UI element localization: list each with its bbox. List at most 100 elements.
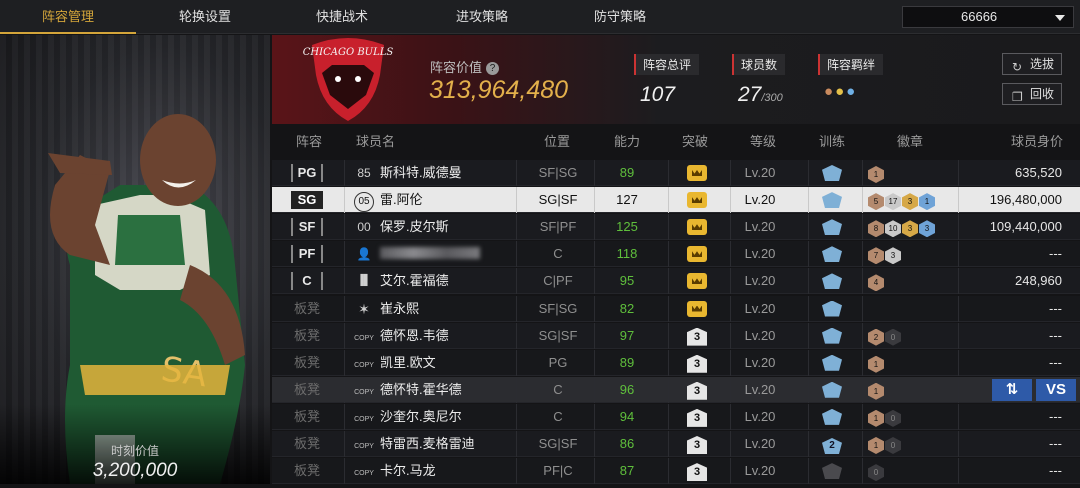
table-row[interactable]: 板凳 ✶ 崔永熙 SF|SG 82 Lv.20 --- [272, 295, 1080, 322]
badges: 8 10 3 3 [868, 214, 958, 240]
slot-label: 板凳 [293, 300, 320, 316]
column-divider [668, 431, 669, 457]
player-level: Lv.20 [744, 219, 776, 235]
slot-label: 板凳 [293, 408, 320, 424]
tab-lineup[interactable]: 阵容管理 [0, 0, 136, 34]
table-row[interactable]: SG 05 雷.阿伦 SG|SF 127 Lv.20 5 17 3 1 196,480,000 [272, 187, 1080, 214]
lineup-summary-header: CHICAGO BULLS 阵容价值? 313,964,480 阵容总评 107… [272, 35, 1080, 124]
player-position: SG|SF [538, 327, 578, 343]
crown-icon [687, 192, 707, 209]
breakthrough-badge: 3 [687, 408, 707, 427]
player-name[interactable]: 德怀特.霍华德 [380, 377, 520, 403]
copy-label: COPY [354, 388, 374, 396]
column-divider [668, 295, 669, 322]
player-rating: 89 [619, 354, 635, 370]
column-divider [594, 431, 595, 457]
player-name[interactable]: 德怀恩.韦德 [380, 323, 520, 349]
breakthrough [672, 268, 722, 294]
table-row[interactable]: 板凳 COPY 凯里.欧文 PG 89 3 Lv.20 1 --- [272, 349, 1080, 376]
player-rating: 118 [616, 246, 638, 262]
player-position: C [553, 381, 563, 397]
player-name[interactable]: 艾尔.霍福德 [380, 268, 520, 294]
badge-hex-icon: 4 [868, 274, 884, 292]
swap-button[interactable]: ⇅ [992, 378, 1032, 401]
player-name[interactable] [380, 241, 520, 267]
player-name[interactable]: 保罗.皮尔斯 [380, 214, 520, 240]
player-position: C [553, 246, 563, 262]
refresh-icon: ↻ [1012, 60, 1023, 74]
redacted-name [380, 247, 480, 260]
column-divider [668, 160, 669, 186]
column-divider [594, 295, 595, 322]
column-divider [862, 322, 863, 349]
column-divider [594, 268, 595, 295]
player-level: Lv.20 [744, 192, 776, 208]
tab-defense[interactable]: 防守策略 [552, 0, 688, 34]
col-value: 球员身价 [1011, 134, 1064, 149]
training [812, 377, 852, 403]
player-rating: 86 [619, 436, 635, 451]
column-divider [668, 322, 669, 349]
player-name[interactable]: 雷.阿伦 [380, 187, 520, 213]
player-name[interactable]: 凯里.欧文 [380, 350, 520, 376]
badge-hex-icon: 1 [868, 355, 884, 373]
draft-button[interactable]: ↻ 选拔 [1002, 53, 1062, 75]
breakthrough [672, 187, 722, 213]
breakthrough: 3 [672, 323, 722, 349]
copy-card-icon: COPY [352, 404, 376, 430]
crown-icon [687, 219, 707, 236]
player-name[interactable]: 特雷西.麦格雷迪 [380, 431, 520, 457]
training-icon [822, 219, 842, 236]
crown-icon [687, 300, 707, 317]
table-row[interactable]: 板凳 COPY 德怀特.霍华德 C 96 3 Lv.20 1 ⇅ VS [272, 376, 1080, 403]
table-row[interactable]: 板凳 COPY 特雷西.麦格雷迪 SG|SF 86 3 Lv.20 2 1 0 --- [272, 431, 1080, 457]
tab-rotation[interactable]: 轮换设置 [137, 0, 273, 34]
bond-icons[interactable]: ●●● [818, 83, 883, 100]
player-name[interactable]: 卡尔.马龙 [380, 458, 520, 484]
player-rating: 96 [619, 381, 635, 397]
bond-label: 阵容羁绊 [818, 54, 884, 75]
badges: 1 [868, 350, 958, 376]
column-divider [862, 376, 863, 403]
column-divider [344, 268, 345, 295]
column-divider [808, 187, 809, 214]
player-level: Lv.20 [744, 408, 776, 424]
column-divider [808, 458, 809, 485]
training-icon [822, 408, 842, 425]
badge-hex-icon: 0 [885, 437, 901, 454]
player-value: --- [1049, 327, 1062, 343]
slot-label: 板凳 [293, 381, 320, 397]
table-row[interactable]: C ▐▌ 艾尔.霍福德 C|PF 95 Lv.20 4 248,960 [272, 268, 1080, 295]
recycle-button[interactable]: ❐ 回收 [1002, 83, 1062, 105]
column-divider [344, 160, 345, 186]
lineup-selector-dropdown[interactable]: 66666 [902, 6, 1074, 28]
vs-button[interactable]: VS [1036, 378, 1076, 401]
table-row[interactable]: PG 85 斯科特.威德曼 SF|SG 89 Lv.20 1 635,520 [272, 160, 1080, 186]
player-name[interactable]: 沙奎尔.奥尼尔 [380, 404, 520, 430]
col-badges: 徽章 [897, 134, 924, 149]
column-divider [862, 214, 863, 241]
tab-quick-tactics[interactable]: 快捷战术 [274, 0, 410, 34]
help-icon[interactable]: ? [486, 62, 500, 75]
training-icon: 2 [822, 438, 842, 454]
star-icon: ✶ [358, 300, 370, 317]
badge-hex-icon: 1 [868, 382, 884, 400]
column-divider [594, 187, 595, 214]
player-rating: 95 [619, 273, 635, 289]
jersey-number-ring: 05 [354, 192, 374, 213]
badges: 0 [868, 458, 958, 484]
badge-hex-icon: 1 [919, 193, 935, 211]
column-divider [344, 431, 345, 457]
table-row[interactable]: 板凳 COPY 德怀恩.韦德 SG|SF 97 3 Lv.20 2 0 --- [272, 322, 1080, 349]
table-row[interactable]: PF 👤 C 118 Lv.20 7 3 --- [272, 241, 1080, 268]
slot-label: 板凳 [293, 354, 320, 370]
column-divider [808, 160, 809, 186]
player-name[interactable]: 斯科特.威德曼 [380, 160, 520, 186]
badges: 73 [868, 241, 958, 267]
tab-offense[interactable]: 进攻策略 [414, 0, 550, 34]
column-divider [862, 160, 863, 186]
table-row[interactable]: 板凳 COPY 沙奎尔.奥尼尔 C 94 3 Lv.20 1 0 --- [272, 403, 1080, 430]
table-row[interactable]: 板凳 COPY 卡尔.马龙 PF|C 87 3 Lv.20 0 --- [272, 458, 1080, 485]
table-row[interactable]: SF 00 保罗.皮尔斯 SF|PF 125 Lv.20 8 10 3 3 109,440,000 [272, 214, 1080, 241]
player-name[interactable]: 崔永熙 [380, 296, 520, 322]
